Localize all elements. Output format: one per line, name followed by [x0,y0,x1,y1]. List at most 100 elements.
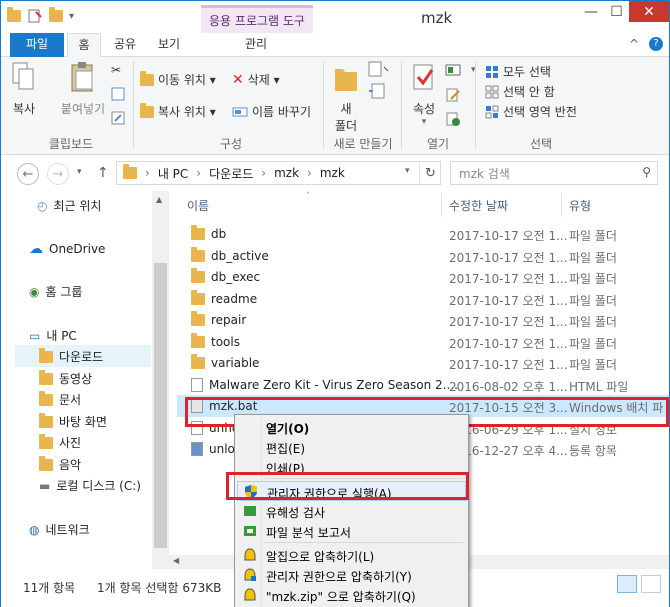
nav-this-pc[interactable]: ▭ 내 PC [29,327,77,344]
menu-item-alzip-compress[interactable]: 알집으로 압축하기(L) [237,545,466,565]
tab-share[interactable]: 공유 [107,33,143,57]
new-folder-icon[interactable] [49,7,63,22]
menu-item-zip-compress[interactable]: "mzk.zip" 으로 압축하기(Q) [237,585,466,605]
table-row[interactable]: readme 2017-10-17 오전 1... 파일 폴더 [177,288,669,310]
nav-local-disk[interactable]: ▬ 로컬 디스크 (C:) [39,477,141,494]
nav-videos[interactable]: 동영상 [39,369,92,387]
menu-item-edit[interactable]: 편집(E) [237,437,466,457]
file-name: Malware Zero Kit - Virus Zero Season 2..… [191,377,458,392]
table-row[interactable]: repair 2017-10-17 오전 1... 파일 폴더 [177,309,669,331]
nav-music[interactable]: 음악 [39,455,81,473]
select-none-button[interactable]: 선택 안 함 [485,83,555,100]
qat-dropdown-icon[interactable]: ▾ [69,11,74,22]
file-name-label: unlo [209,442,235,456]
easy-access-icon[interactable] [368,83,390,99]
new-item-icon[interactable] [368,61,390,77]
computer-icon: ▭ [29,328,41,343]
table-row[interactable]: variable 2017-10-17 오전 1... 파일 폴더 [177,352,669,374]
address-dropdown-icon[interactable]: ▾ [405,166,410,176]
tab-home[interactable]: 홈 [67,33,101,58]
scrollbar-thumb[interactable] [154,263,167,548]
nav-network[interactable]: ◍ 네트워크 [29,521,90,538]
file-type: 파일 폴더 [569,293,617,308]
forward-button[interactable]: → [47,163,69,185]
address-bar[interactable]: › 내 PC › 다운로드 › mzk › mzk ▾ [116,161,441,185]
rename-button[interactable]: 이름 바꾸기 [232,103,311,120]
properties-button[interactable]: 속성 ▾ [407,61,441,127]
nav-downloads[interactable]: 다운로드 [39,347,104,365]
history-icon[interactable] [445,111,461,127]
column-header-date[interactable]: 수정한 날짜 [449,191,508,217]
large-icons-view-icon[interactable] [641,575,661,593]
move-to-button[interactable]: 이동 위치 ▾ [140,70,216,88]
help-icon[interactable]: ? [649,37,663,51]
maximize-button[interactable]: ☐ [604,1,629,22]
search-icon[interactable]: ⚲ [642,165,651,179]
nav-recent-places[interactable]: ◴ 최근 위치 [37,197,101,214]
refresh-button[interactable]: ↻ [419,161,441,185]
column-divider[interactable] [441,193,442,217]
breadcrumb-mzk-current[interactable]: mzk [320,166,345,180]
minimize-button[interactable]: — [578,1,604,22]
select-all-button[interactable]: 모두 선택 [485,63,551,80]
menu-item-open[interactable]: 열기(O) [237,417,466,437]
column-divider[interactable] [561,193,562,217]
open-button[interactable]: ▾ [445,63,476,77]
table-row[interactable]: Malware Zero Kit - Virus Zero Season 2..… [177,374,669,396]
nav-label: 내 PC [46,329,77,343]
cut-icon[interactable]: ✂ [111,63,121,77]
scroll-up-icon[interactable]: ▲ [156,195,162,204]
recent-locations-icon[interactable]: ▾ [77,167,82,177]
new-folder-button[interactable]: 새 폴더 [331,61,361,134]
tab-view[interactable]: 보기 [151,33,187,57]
column-header-type[interactable]: 유형 [569,191,591,217]
copy-to-label: 복사 위치 ▾ [158,105,216,119]
menu-item-file-report[interactable]: 파일 분석 보고서 [237,521,466,541]
nav-pictures[interactable]: 사진 [39,433,81,451]
properties-check-icon [413,64,434,90]
new-folder-label-2: 폴더 [334,119,358,133]
copy-button[interactable]: 복사 [9,61,39,117]
tab-file[interactable]: 파일 [10,33,64,57]
tab-manage[interactable]: 관리 [231,33,281,57]
table-row[interactable]: db_exec 2017-10-17 오전 1... 파일 폴더 [177,266,669,288]
homegroup-icon: ◉ [29,284,40,299]
column-header-name[interactable]: 이름 [187,191,209,217]
copy-path-icon[interactable] [111,87,125,101]
paste-button[interactable]: 붙여넣기 [57,61,109,117]
breadcrumb-mzk[interactable]: mzk [274,166,299,180]
close-button[interactable]: ✕ [629,1,669,22]
delete-button[interactable]: ✕ 삭제 ▾ [232,71,280,88]
properties-icon[interactable] [27,9,43,23]
folder-icon[interactable] [7,7,21,22]
nav-homegroup[interactable]: ◉ 홈 그룹 [29,283,82,300]
scroll-left-icon[interactable]: ◀ [173,556,179,565]
breadcrumb-downloads[interactable]: 다운로드 [209,165,253,182]
details-view-icon[interactable] [617,575,637,593]
invert-selection-button[interactable]: 선택 영역 반전 [485,103,577,120]
table-row[interactable]: db 2017-10-17 오전 1... 파일 폴더 [177,223,669,245]
nav-label: OneDrive [49,242,106,256]
menu-item-malware-scan[interactable]: 유해성 검사 [237,501,466,521]
file-date: 2017-10-17 오전 1... [449,358,568,372]
nav-onedrive[interactable]: ☁ OneDrive [29,241,105,257]
up-button[interactable]: ↑ [97,165,109,181]
search-input[interactable]: mzk 검색 ⚲ [450,161,658,185]
select-all-label: 모두 선택 [503,65,551,79]
breadcrumb-this-pc[interactable]: 내 PC [158,165,188,182]
nav-label: 바탕 화면 [59,415,107,429]
edit-icon[interactable] [445,87,461,103]
item-count: 11개 항목 [23,581,76,595]
table-row[interactable]: db_active 2017-10-17 오전 1... 파일 폴더 [177,245,669,267]
table-row[interactable]: tools 2017-10-17 오전 1... 파일 폴더 [177,331,669,353]
back-button[interactable]: ← [17,163,39,185]
nav-pane-scrollbar[interactable]: ▲ [152,191,169,569]
nav-desktop[interactable]: 바탕 화면 [39,412,107,430]
nav-label: 다운로드 [59,350,104,364]
nav-documents[interactable]: 문서 [39,390,81,408]
navigation-pane: ◴ 최근 위치 ☁ OneDrive ◉ 홈 그룹 ▭ 내 PC 다운로드 동영상 문서… [1,191,169,569]
collapse-ribbon-icon[interactable]: ^ [629,37,639,51]
copy-to-button[interactable]: 복사 위치 ▾ [140,102,216,120]
menu-item-admin-compress[interactable]: 관리자 권한으로 압축하기(Y) [237,565,466,585]
paste-shortcut-icon[interactable] [111,111,125,125]
